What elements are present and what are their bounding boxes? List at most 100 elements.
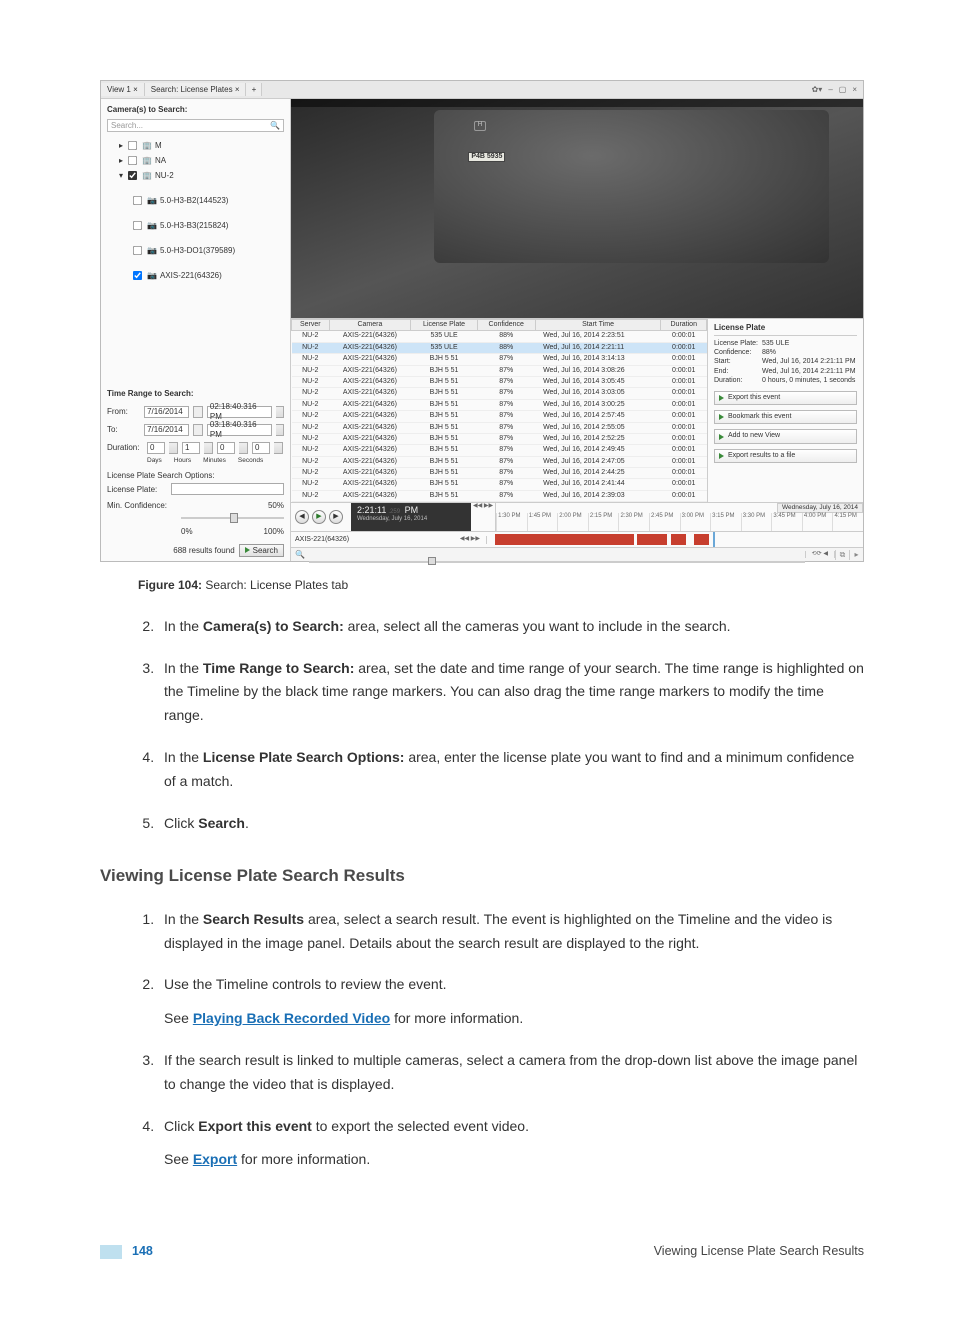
export-link[interactable]: Export: [193, 1151, 237, 1167]
section-heading: Viewing License Plate Search Results: [100, 863, 864, 889]
close-icon[interactable]: ×: [852, 85, 857, 95]
tree-node-nu2[interactable]: ▾ 🏢 NU-2: [109, 168, 284, 183]
maximize-icon[interactable]: ▢: [839, 85, 847, 95]
col-dur[interactable]: Duration: [661, 320, 707, 331]
export-event-button[interactable]: Export this event: [714, 391, 857, 405]
current-time-display: 2:21:11.259 PM Wednesday, July 16, 2014: [351, 503, 471, 531]
camera-icon: 📷: [147, 271, 157, 281]
duration-seconds-input[interactable]: 0: [252, 442, 270, 454]
calendar-icon[interactable]: [193, 406, 203, 418]
playhead-marker[interactable]: [713, 532, 715, 547]
table-row[interactable]: NU-2AXIS-221(64326)535 ULE88%Wed, Jul 16…: [292, 342, 707, 353]
step-3: In the Time Range to Search: area, set t…: [158, 657, 864, 728]
from-row: From: 7/16/2014 02:18:40.316 PM: [107, 406, 284, 418]
detail-start-value: Wed, Jul 16, 2014 2:21:11 PM: [762, 358, 856, 366]
spinner-icon[interactable]: [274, 442, 283, 454]
to-date-input[interactable]: 7/16/2014: [144, 424, 189, 436]
col-start[interactable]: Start Time: [535, 320, 661, 331]
speed-control[interactable]: ⟲⟳ ◀: [805, 551, 835, 558]
license-plate-input[interactable]: [171, 483, 284, 495]
add-to-view-button[interactable]: Add to new View: [714, 429, 857, 443]
table-row[interactable]: NU-2AXIS-221(64326)BJH 5 5187%Wed, Jul 1…: [292, 479, 707, 490]
spinner-icon[interactable]: [276, 406, 284, 418]
tree-camera-2[interactable]: 📷 5.0-H3-B3(215824): [109, 218, 284, 233]
table-row[interactable]: NU-2AXIS-221(64326)BJH 5 5187%Wed, Jul 1…: [292, 388, 707, 399]
play-button[interactable]: ▶: [312, 510, 326, 524]
duration-hours-input[interactable]: 1: [182, 442, 200, 454]
confidence-slider[interactable]: [181, 513, 284, 523]
spinner-icon[interactable]: [239, 442, 248, 454]
col-server[interactable]: Server: [292, 320, 330, 331]
timeline: ◀ ▶ ▶ 2:21:11.259 PM Wednesday, July 16,…: [291, 502, 863, 561]
col-plate[interactable]: License Plate: [411, 320, 478, 331]
timeline-tick: 3:15 PM: [710, 513, 741, 531]
timeline-skip-icons[interactable]: ◀◀ ▶▶: [471, 503, 495, 531]
step-forward-button[interactable]: ▶: [329, 510, 343, 524]
footer-title: Viewing License Plate Search Results: [654, 1242, 864, 1261]
timeline-next-icon[interactable]: ▸: [849, 550, 863, 560]
timeline-band[interactable]: [487, 532, 863, 547]
detail-panel: License Plate License Plate:535 ULE Conf…: [708, 319, 863, 502]
table-row[interactable]: NU-2AXIS-221(64326)BJH 5 5187%Wed, Jul 1…: [292, 376, 707, 387]
spinner-icon[interactable]: [204, 442, 213, 454]
table-row[interactable]: NU-2AXIS-221(64326)535 ULE88%Wed, Jul 16…: [292, 331, 707, 342]
table-row[interactable]: NU-2AXIS-221(64326)BJH 5 5187%Wed, Jul 1…: [292, 422, 707, 433]
tree-camera-1[interactable]: 📷 5.0-H3-B2(144523): [109, 193, 284, 208]
tab-add[interactable]: +: [246, 83, 262, 97]
video-panel[interactable]: H P4B 5935: [291, 99, 863, 319]
tree-camera-4[interactable]: 📷 AXIS-221(64326): [109, 268, 284, 283]
results-grid: ServerCameraLicense PlateConfidenceStart…: [291, 319, 708, 502]
to-time-input[interactable]: 03:18:40.316 PM: [207, 424, 272, 436]
tree-camera-3[interactable]: 📷 5.0-H3-DO1(379589): [109, 243, 284, 258]
bookmark-event-button[interactable]: Bookmark this event: [714, 410, 857, 424]
col-camera[interactable]: Camera: [329, 320, 411, 331]
detail-end-value: Wed, Jul 16, 2014 2:21:11 PM: [762, 368, 856, 376]
camera-icon: 📷: [147, 246, 157, 256]
spinner-icon[interactable]: [276, 424, 284, 436]
page-footer: 148 Viewing License Plate Search Results: [100, 1242, 864, 1261]
col-conf[interactable]: Confidence: [477, 320, 535, 331]
tree-node-m[interactable]: ▸ 🏢 M: [109, 138, 284, 153]
table-row[interactable]: NU-2AXIS-221(64326)BJH 5 5187%Wed, Jul 1…: [292, 365, 707, 376]
duration-minutes-input[interactable]: 0: [217, 442, 235, 454]
duration-days-input[interactable]: 0: [147, 442, 165, 454]
minimize-icon[interactable]: –: [828, 85, 832, 95]
from-time-input[interactable]: 02:18:40.316 PM: [207, 406, 272, 418]
step-5: Click Search.: [158, 812, 864, 836]
page-number: 148: [132, 1242, 153, 1261]
camera-icon: 📷: [147, 221, 157, 231]
table-row[interactable]: NU-2AXIS-221(64326)BJH 5 5187%Wed, Jul 1…: [292, 490, 707, 501]
spinner-icon[interactable]: [169, 442, 178, 454]
zoom-icon: 🔍: [291, 550, 309, 560]
step-back-button[interactable]: ◀: [295, 510, 309, 524]
arrow-icon: [719, 434, 724, 440]
tree-node-na[interactable]: ▸ 🏢 NA: [109, 153, 284, 168]
gear-icon[interactable]: ✿▾: [812, 85, 823, 95]
site-icon: 🏢: [142, 141, 152, 151]
table-row[interactable]: NU-2AXIS-221(64326)BJH 5 5187%Wed, Jul 1…: [292, 468, 707, 479]
table-row[interactable]: NU-2AXIS-221(64326)BJH 5 5187%Wed, Jul 1…: [292, 399, 707, 410]
table-row[interactable]: NU-2AXIS-221(64326)BJH 5 5187%Wed, Jul 1…: [292, 433, 707, 444]
timeline-tick: 4:00 PM: [802, 513, 833, 531]
search-button[interactable]: Search: [239, 544, 284, 558]
license-plate-row: License Plate:: [107, 483, 284, 495]
export-results-button[interactable]: Export results to a file: [714, 449, 857, 463]
timeline-tick: 2:00 PM: [557, 513, 588, 531]
search-icon[interactable]: 🔍: [270, 121, 280, 131]
table-row[interactable]: NU-2AXIS-221(64326)BJH 5 5187%Wed, Jul 1…: [292, 411, 707, 422]
table-row[interactable]: NU-2AXIS-221(64326)BJH 5 5187%Wed, Jul 1…: [292, 445, 707, 456]
tab-search-license-plates[interactable]: Search: License Plates ×: [145, 83, 247, 97]
export-icon[interactable]: ⧉: [835, 550, 849, 560]
arrow-icon: [719, 414, 724, 420]
table-row[interactable]: NU-2AXIS-221(64326)BJH 5 5187%Wed, Jul 1…: [292, 354, 707, 365]
page-mark-icon: [100, 1245, 122, 1259]
timeline-scale[interactable]: Wednesday, July 16, 2014 1:30 PM1:45 PM2…: [495, 503, 863, 531]
tab-view1[interactable]: View 1 ×: [101, 83, 145, 97]
playing-back-link[interactable]: Playing Back Recorded Video: [193, 1010, 390, 1026]
result-step-1: In the Search Results area, select a sea…: [158, 908, 864, 956]
calendar-icon[interactable]: [193, 424, 203, 436]
result-step-4: Click Export this event to export the se…: [158, 1115, 864, 1173]
from-date-input[interactable]: 7/16/2014: [144, 406, 189, 418]
table-row[interactable]: NU-2AXIS-221(64326)BJH 5 5187%Wed, Jul 1…: [292, 456, 707, 467]
camera-search-input[interactable]: Search... 🔍: [107, 119, 284, 133]
